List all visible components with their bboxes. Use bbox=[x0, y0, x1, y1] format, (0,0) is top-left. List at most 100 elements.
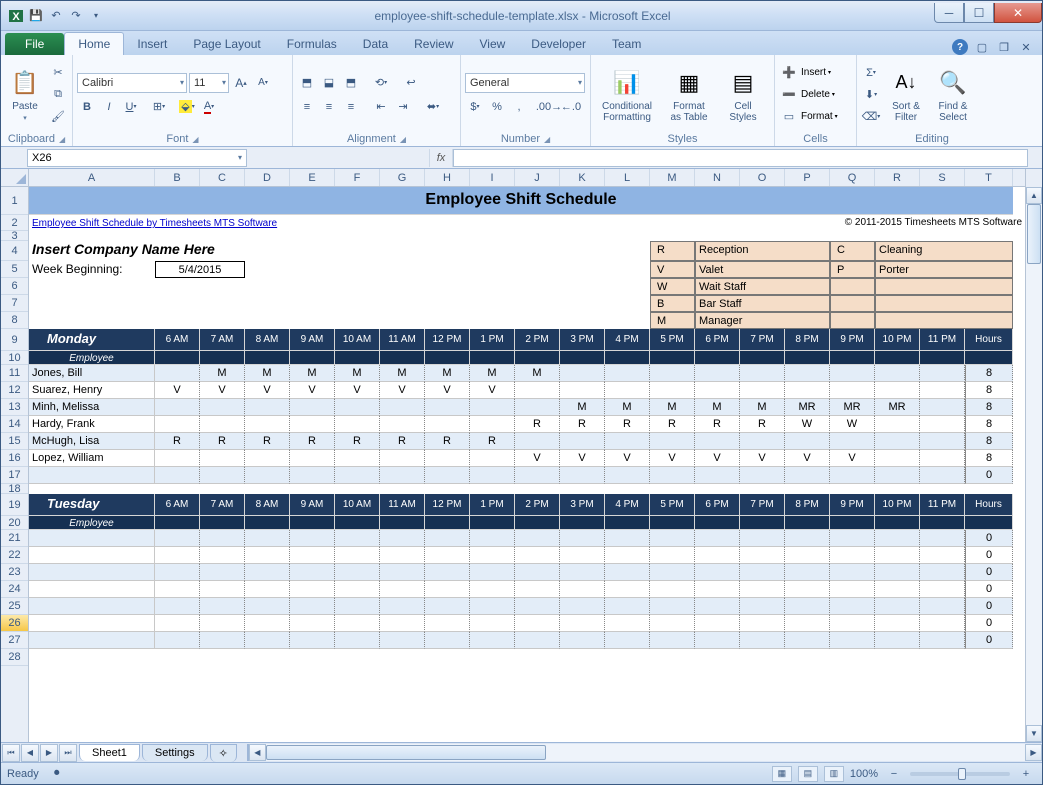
scroll-down-icon[interactable]: ▼ bbox=[1026, 725, 1042, 742]
sheet-tab-sheet1[interactable]: Sheet1 bbox=[79, 744, 140, 761]
minimize-button[interactable]: ─ bbox=[934, 3, 964, 23]
comma-icon[interactable]: , bbox=[509, 97, 529, 117]
format-painter-icon[interactable]: 🖌 bbox=[48, 107, 68, 127]
tab-review[interactable]: Review bbox=[401, 33, 466, 55]
minimize-ribbon-icon[interactable]: ▢ bbox=[974, 39, 990, 55]
copy-icon[interactable]: ⧉ bbox=[48, 85, 68, 105]
quick-access-toolbar: X 💾 ↶ ↷ ▾ bbox=[1, 7, 111, 25]
fx-icon[interactable]: fx bbox=[429, 149, 453, 167]
format-cells-button[interactable]: ▭Format▾ bbox=[779, 107, 838, 127]
insert-cells-button[interactable]: ➕Insert▾ bbox=[779, 63, 838, 83]
align-right-icon[interactable]: ≡ bbox=[341, 97, 361, 117]
zoom-out-icon[interactable]: − bbox=[884, 764, 904, 784]
tab-file[interactable]: File bbox=[5, 33, 64, 55]
scroll-up-icon[interactable]: ▲ bbox=[1026, 187, 1042, 204]
tab-nav-last-icon[interactable]: ⏭ bbox=[59, 744, 77, 762]
tab-nav-prev-icon[interactable]: ◀ bbox=[21, 744, 39, 762]
close-workbook-icon[interactable]: ✕ bbox=[1018, 39, 1034, 55]
underline-icon[interactable]: U▾ bbox=[121, 97, 141, 117]
decrease-decimal-icon[interactable]: ←.0 bbox=[561, 97, 581, 117]
border-icon[interactable]: ⊞▾ bbox=[149, 97, 169, 117]
tab-team[interactable]: Team bbox=[599, 33, 654, 55]
zoom-in-icon[interactable]: + bbox=[1016, 764, 1036, 784]
format-as-table-button[interactable]: ▦Format as Table bbox=[662, 62, 716, 128]
redo-icon[interactable]: ↷ bbox=[67, 7, 85, 25]
sort-filter-button[interactable]: A↓Sort & Filter bbox=[884, 62, 928, 128]
view-page-layout-icon[interactable]: ▤ bbox=[798, 766, 818, 782]
align-top-icon[interactable]: ⬒ bbox=[297, 73, 317, 93]
new-sheet-icon[interactable]: ✧ bbox=[210, 744, 237, 762]
font-color-icon[interactable]: A▾ bbox=[199, 97, 219, 117]
group-styles: 📊Conditional Formatting ▦Format as Table… bbox=[591, 55, 775, 146]
close-button[interactable]: ✕ bbox=[994, 3, 1042, 23]
merge-center-icon[interactable]: ⬌▾ bbox=[423, 97, 443, 117]
decrease-indent-icon[interactable]: ⇤ bbox=[371, 97, 391, 117]
select-all-corner[interactable] bbox=[1, 169, 29, 187]
vertical-scrollbar[interactable]: ▲ ▼ bbox=[1025, 169, 1042, 742]
help-icon[interactable]: ? bbox=[952, 39, 968, 55]
cell-styles-button[interactable]: ▤Cell Styles bbox=[719, 62, 767, 128]
increase-decimal-icon[interactable]: .00→ bbox=[539, 97, 559, 117]
format-cells-icon: ▭ bbox=[779, 107, 799, 127]
align-middle-icon[interactable]: ⬓ bbox=[319, 73, 339, 93]
delete-cells-button[interactable]: ➖Delete▾ bbox=[779, 85, 838, 105]
macro-record-icon[interactable]: ⏺ bbox=[47, 764, 67, 784]
tab-nav-next-icon[interactable]: ▶ bbox=[40, 744, 58, 762]
align-center-icon[interactable]: ≡ bbox=[319, 97, 339, 117]
tab-view[interactable]: View bbox=[467, 33, 519, 55]
formula-input[interactable] bbox=[453, 149, 1028, 167]
tab-formulas[interactable]: Formulas bbox=[274, 33, 350, 55]
orientation-icon[interactable]: ⟲▾ bbox=[371, 73, 391, 93]
zoom-percent[interactable]: 100% bbox=[850, 768, 878, 780]
number-dialog-icon[interactable]: ◢ bbox=[544, 135, 550, 144]
number-format-combo[interactable]: General▾ bbox=[465, 73, 585, 93]
sheet-tab-settings[interactable]: Settings bbox=[142, 744, 208, 761]
bold-icon[interactable]: B bbox=[77, 97, 97, 117]
grow-font-icon[interactable]: A▴ bbox=[231, 73, 251, 93]
alignment-dialog-icon[interactable]: ◢ bbox=[400, 135, 406, 144]
name-box[interactable]: X26▾ bbox=[27, 149, 247, 167]
horizontal-scrollbar[interactable]: ◀ ▶ bbox=[247, 744, 1042, 761]
wrap-text-icon[interactable]: ↩ bbox=[401, 73, 421, 93]
fill-color-icon[interactable]: ⬙▾ bbox=[177, 97, 197, 117]
font-size-combo[interactable]: 11▾ bbox=[189, 73, 229, 93]
clipboard-dialog-icon[interactable]: ◢ bbox=[59, 135, 65, 144]
italic-icon[interactable]: I bbox=[99, 97, 119, 117]
tab-insert[interactable]: Insert bbox=[124, 33, 180, 55]
autosum-icon[interactable]: Σ▾ bbox=[861, 63, 881, 83]
restore-window-icon[interactable]: ❐ bbox=[996, 39, 1012, 55]
paste-button[interactable]: 📋 Paste ▾ bbox=[5, 62, 45, 128]
cut-icon[interactable]: ✂ bbox=[48, 63, 68, 83]
fill-icon[interactable]: ⬇▾ bbox=[861, 85, 881, 105]
clear-icon[interactable]: ⌫▾ bbox=[861, 107, 881, 127]
align-left-icon[interactable]: ≡ bbox=[297, 97, 317, 117]
tab-home[interactable]: Home bbox=[64, 32, 124, 55]
view-normal-icon[interactable]: ▦ bbox=[772, 766, 792, 782]
tab-data[interactable]: Data bbox=[350, 33, 401, 55]
spreadsheet-cells[interactable]: Employee Shift ScheduleEmployee Shift Sc… bbox=[29, 187, 1025, 742]
shrink-font-icon[interactable]: A▾ bbox=[253, 73, 273, 93]
maximize-button[interactable]: ☐ bbox=[964, 3, 994, 23]
group-alignment: ⬒ ⬓ ⬒ ⟲▾ ↩ ≡ ≡ ≡ ⇤ ⇥ ⬌▾ bbox=[293, 55, 461, 146]
scroll-right-icon[interactable]: ▶ bbox=[1025, 744, 1042, 761]
row-headers[interactable]: 1234567891011121314151617181920212223242… bbox=[1, 187, 29, 742]
currency-icon[interactable]: $▾ bbox=[465, 97, 485, 117]
align-bottom-icon[interactable]: ⬒ bbox=[341, 73, 361, 93]
save-icon[interactable]: 💾 bbox=[27, 7, 45, 25]
find-select-button[interactable]: 🔍Find & Select bbox=[931, 62, 975, 128]
font-dialog-icon[interactable]: ◢ bbox=[192, 135, 198, 144]
view-page-break-icon[interactable]: ▥ bbox=[824, 766, 844, 782]
undo-icon[interactable]: ↶ bbox=[47, 7, 65, 25]
conditional-formatting-icon: 📊 bbox=[611, 67, 643, 99]
zoom-slider[interactable] bbox=[910, 772, 1010, 776]
increase-indent-icon[interactable]: ⇥ bbox=[393, 97, 413, 117]
font-name-combo[interactable]: Calibri▾ bbox=[77, 73, 187, 93]
qat-dropdown-icon[interactable]: ▾ bbox=[87, 7, 105, 25]
tab-nav-first-icon[interactable]: ⏮ bbox=[2, 744, 20, 762]
column-headers[interactable]: ABCDEFGHIJKLMNOPQRST bbox=[29, 169, 1025, 187]
percent-icon[interactable]: % bbox=[487, 97, 507, 117]
tab-developer[interactable]: Developer bbox=[518, 33, 599, 55]
conditional-formatting-button[interactable]: 📊Conditional Formatting bbox=[595, 62, 659, 128]
scroll-left-icon[interactable]: ◀ bbox=[249, 744, 266, 761]
tab-page-layout[interactable]: Page Layout bbox=[180, 33, 273, 55]
